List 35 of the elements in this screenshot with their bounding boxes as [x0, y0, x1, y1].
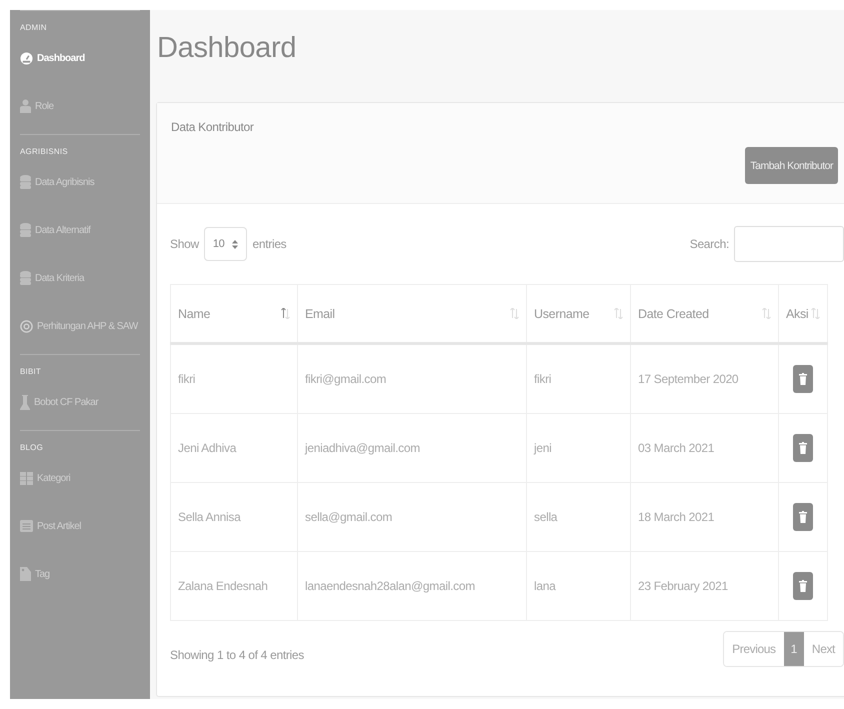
show-label: Show — [170, 237, 199, 251]
table-cell: lana — [526, 552, 630, 620]
table-cell: Zalana Endesnah — [170, 552, 298, 620]
section-header: AGRIBISNIS — [20, 146, 68, 158]
table-cell: fikri — [526, 344, 630, 414]
table-cell: Jeni Adhiva — [170, 414, 298, 482]
table-cell: lanaendesnah28alan@gmail.com — [298, 552, 526, 620]
table-cell: fikri — [170, 344, 298, 414]
column-header[interactable]: Aksi — [778, 284, 828, 344]
sidebar-item[interactable]: Dashboard — [20, 34, 146, 82]
table-cell: fikri@gmail.com — [298, 344, 526, 414]
pagination-button[interactable]: 1 — [784, 632, 804, 666]
table-cell: jeni — [526, 414, 630, 482]
table-cell: 03 March 2021 — [630, 414, 778, 482]
table-cell: sella@gmail.com — [298, 482, 526, 552]
page-title: Dashboard — [157, 32, 296, 65]
table-cell: 17 September 2020 — [630, 344, 778, 414]
entries-label: entries — [252, 237, 286, 251]
table-cell: 18 March 2021 — [630, 482, 778, 552]
card-title: Data Kontributor — [171, 120, 254, 134]
table-cell: Sella Annisa — [170, 482, 298, 552]
column-header[interactable]: Date Created — [630, 284, 778, 344]
search-label: Search: — [690, 237, 729, 251]
section-header: ADMIN — [20, 22, 47, 34]
add-contributor-button[interactable]: Tambah Kontributor — [745, 147, 838, 184]
table-cell: jeniadhiva@gmail.com — [298, 414, 526, 482]
table-info: Showing 1 to 4 of 4 entries — [170, 648, 304, 662]
column-header[interactable]: Name — [170, 284, 298, 344]
table-cell: sella — [526, 482, 630, 552]
section-header: BIBIT — [20, 366, 42, 378]
section-header: BLOG — [20, 442, 44, 454]
page-length-select[interactable]: 10 — [204, 227, 248, 261]
column-header[interactable]: Email — [298, 284, 526, 344]
table-cell: 23 February 2021 — [630, 552, 778, 620]
column-header[interactable]: Username — [526, 284, 630, 344]
